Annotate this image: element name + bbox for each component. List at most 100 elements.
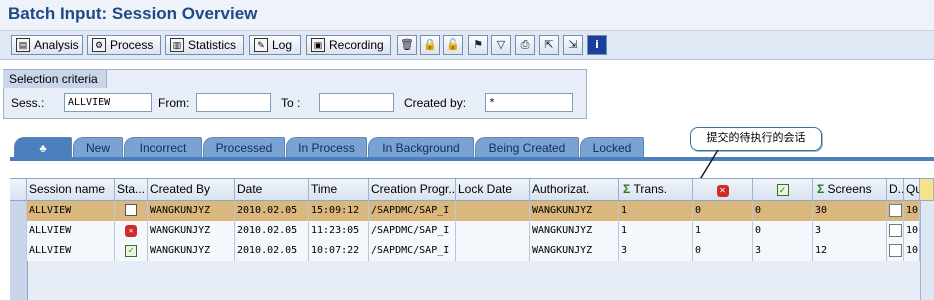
column-header-processed[interactable]: ✓ — [753, 179, 813, 201]
info-icon[interactable]: i — [587, 35, 607, 55]
column-header-errors[interactable]: ✕ — [693, 179, 753, 201]
statistics-icon: ▥ — [170, 38, 184, 52]
log-button-label: Log — [272, 38, 293, 52]
row-selector[interactable] — [10, 221, 27, 241]
status-cell: ✓ — [115, 241, 148, 261]
selection-criteria-title: Selection criteria — [3, 70, 107, 88]
tab-processed[interactable]: Processed — [203, 137, 285, 158]
d-checkbox[interactable] — [887, 221, 904, 241]
tab-in-background[interactable]: In Background — [368, 137, 474, 158]
screens-cell: 30 — [813, 201, 887, 221]
delete-icon[interactable]: 🗑 — [397, 35, 417, 55]
from-input[interactable] — [196, 93, 271, 112]
tab-strip-underline — [10, 157, 934, 161]
tab-new[interactable]: New — [73, 137, 123, 158]
session-label: Sess.: — [11, 96, 45, 110]
screens-cell: 12 — [813, 241, 887, 261]
all-sessions-icon: ♣ — [39, 143, 47, 155]
error-icon: ✕ — [716, 185, 729, 197]
errors-cell: 0 — [693, 241, 753, 261]
sigma-icon: Σ — [817, 182, 825, 196]
log-icon: ✎ — [254, 38, 268, 52]
process-button[interactable]: ⚙ Process — [87, 35, 161, 55]
time-cell: 15:09:12 — [309, 201, 369, 221]
export-icon[interactable]: ⇱ — [539, 35, 559, 55]
created-by-input[interactable]: * — [485, 93, 573, 112]
column-header-session-name[interactable]: Session name — [27, 179, 115, 201]
column-header-creation-program[interactable]: Creation Progr... — [369, 179, 456, 201]
tab-incorrect[interactable]: Incorrect — [124, 137, 202, 158]
table-row[interactable]: ALLVIEW WANGKUNJYZ 2010.02.05 15:09:12 /… — [10, 201, 934, 221]
select-all-header[interactable] — [10, 179, 27, 201]
column-header-screens[interactable]: Σ Screens — [813, 179, 887, 201]
analysis-icon: ▤ — [16, 38, 30, 52]
column-header-qu[interactable]: Qu — [904, 179, 920, 201]
column-header-authorization[interactable]: Authorizat. — [530, 179, 619, 201]
column-header-time[interactable]: Time — [309, 179, 369, 201]
filter-icon[interactable]: ▽ — [491, 35, 511, 55]
created-by-cell: WANGKUNJYZ — [148, 241, 235, 261]
column-header-d[interactable]: D... — [887, 179, 904, 201]
processed-status-icon: ✓ — [125, 245, 137, 257]
transactions-cell: 1 — [619, 201, 693, 221]
column-header-date[interactable]: Date — [235, 179, 309, 201]
authorization-cell: WANGKUNJYZ — [530, 241, 619, 261]
row-selector[interactable] — [10, 201, 27, 221]
lock-icon[interactable]: 🔒 — [420, 35, 440, 55]
application-toolbar: ▤ Analysis ⚙ Process ▥ Statistics ✎ Log … — [0, 31, 934, 60]
status-cell: ✕ — [115, 221, 148, 241]
table-row[interactable]: ALLVIEW ✕ WANGKUNJYZ 2010.02.05 11:23:05… — [10, 221, 934, 241]
screens-cell: 3 — [813, 221, 887, 241]
queue-cell: 10 — [904, 201, 920, 221]
transactions-cell: 3 — [619, 241, 693, 261]
column-header-transactions[interactable]: Σ Trans. — [619, 179, 693, 201]
column-config-icon[interactable] — [920, 179, 934, 201]
table-row[interactable]: ALLVIEW ✓ WANGKUNJYZ 2010.02.05 10:07:22… — [10, 241, 934, 261]
title-bar: Batch Input: Session Overview — [0, 0, 934, 31]
lock-date-cell — [456, 221, 530, 241]
import-icon[interactable]: ⇲ — [563, 35, 583, 55]
analysis-button-label: Analysis — [34, 38, 79, 52]
sigma-icon: Σ — [623, 182, 631, 196]
created-by-label: Created by: — [404, 96, 467, 110]
column-header-created-by[interactable]: Created By — [148, 179, 235, 201]
column-header-status[interactable]: Sta... — [115, 179, 148, 201]
queue-cell: 10 — [904, 241, 920, 261]
log-button[interactable]: ✎ Log — [249, 35, 301, 55]
transactions-cell: 1 — [619, 221, 693, 241]
unlock-icon[interactable]: 🔓 — [443, 35, 463, 55]
errors-cell: 0 — [693, 201, 753, 221]
status-cell — [115, 201, 148, 221]
tab-all-sessions[interactable]: ♣ — [14, 137, 72, 158]
queue-cell: 10 — [904, 221, 920, 241]
d-checkbox[interactable] — [887, 201, 904, 221]
print-icon[interactable]: ⎙ — [515, 35, 535, 55]
recording-button[interactable]: ▣ Recording — [306, 35, 391, 55]
processed-cell: 0 — [753, 201, 813, 221]
time-cell: 11:23:05 — [309, 221, 369, 241]
session-name-cell: ALLVIEW — [27, 221, 115, 241]
session-name-cell: ALLVIEW — [27, 201, 115, 221]
tab-locked[interactable]: Locked — [580, 137, 644, 158]
d-checkbox[interactable] — [887, 241, 904, 261]
recording-icon: ▣ — [311, 38, 325, 52]
statistics-button[interactable]: ▥ Statistics — [165, 35, 244, 55]
new-session-icon — [125, 204, 137, 216]
session-input[interactable]: ALLVIEW — [64, 93, 152, 112]
vertical-scrollbar[interactable] — [920, 201, 934, 300]
column-header-lock-date[interactable]: Lock Date — [456, 179, 530, 201]
session-table: Session name Sta... Created By Date Time… — [10, 178, 934, 300]
session-name-cell: ALLVIEW — [27, 241, 115, 261]
flag-icon[interactable]: ⚑ — [468, 35, 488, 55]
row-selector[interactable] — [10, 241, 27, 261]
date-cell: 2010.02.05 — [235, 241, 309, 261]
date-cell: 2010.02.05 — [235, 221, 309, 241]
tab-being-created[interactable]: Being Created — [475, 137, 579, 158]
to-input[interactable] — [319, 93, 394, 112]
from-label: From: — [158, 96, 190, 110]
authorization-cell: WANGKUNJYZ — [530, 201, 619, 221]
statistics-button-label: Statistics — [188, 38, 237, 52]
tab-in-process[interactable]: In Process — [286, 137, 367, 158]
analysis-button[interactable]: ▤ Analysis — [11, 35, 83, 55]
errors-cell: 1 — [693, 221, 753, 241]
